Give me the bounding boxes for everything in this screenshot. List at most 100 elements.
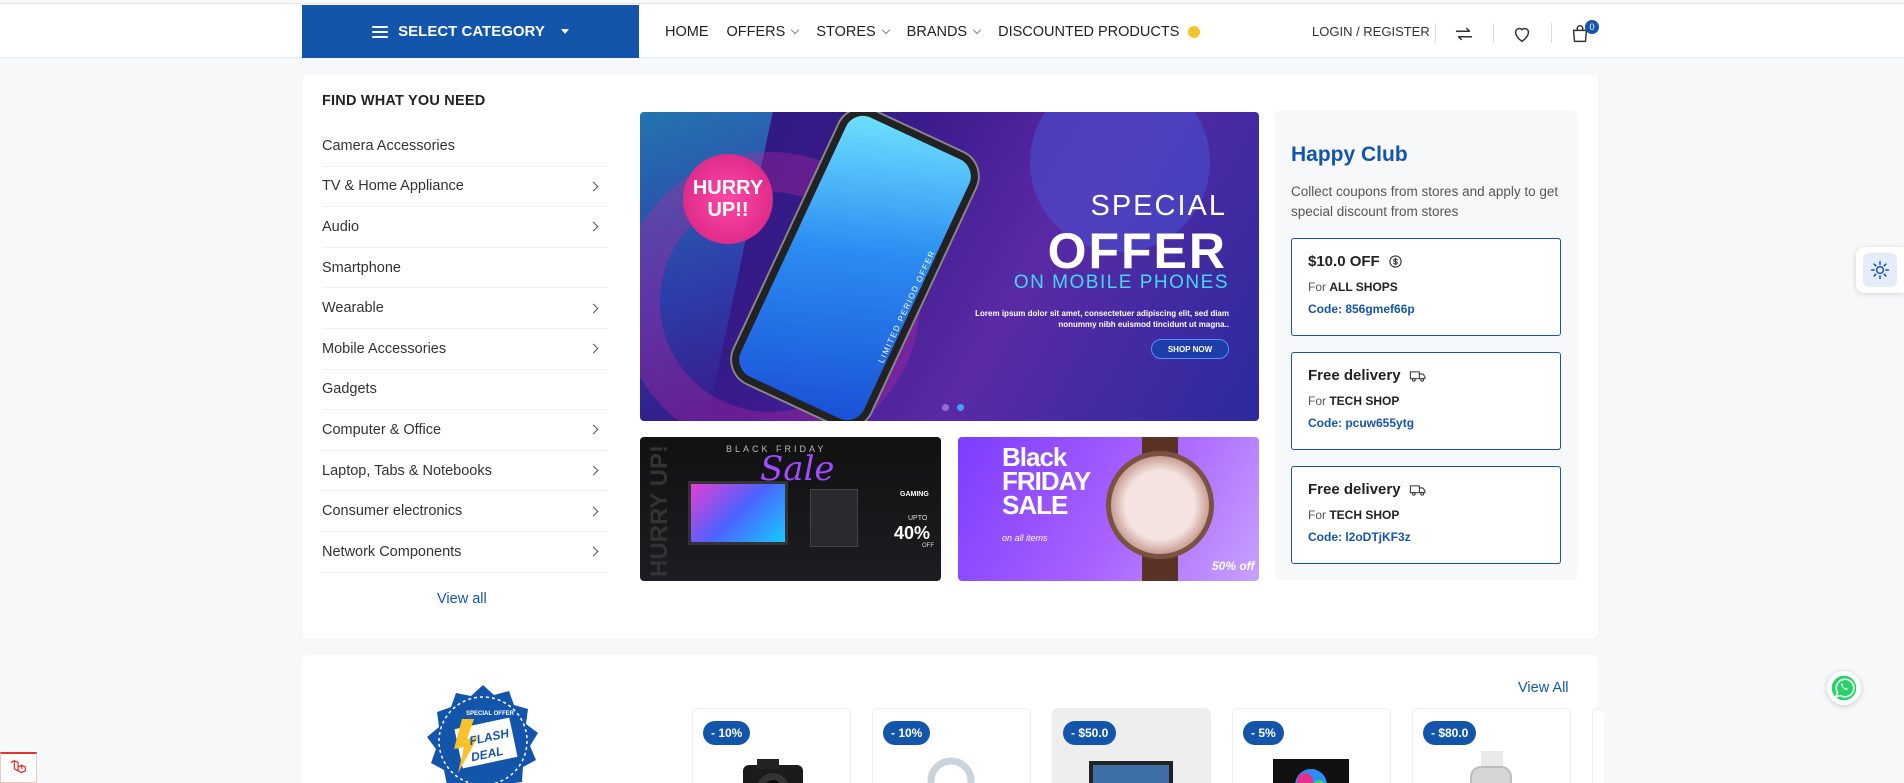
category-item[interactable]: Smartphone — [322, 248, 607, 289]
coupon-title-text: $10.0 OFF — [1308, 253, 1380, 270]
coupon-code[interactable]: Code: l2oDTjKF3z — [1308, 530, 1544, 544]
black-friday-gaming-banner[interactable]: HURRY UP! BLACK FRIDAY Sale GAMING UPTO … — [640, 437, 941, 581]
carousel-dot[interactable] — [942, 404, 949, 411]
theme-toggle-inner — [1863, 253, 1897, 287]
laravel-icon — [9, 760, 26, 774]
coupon-card[interactable]: Free delivery For TECH SHOP Code: l2oDTj… — [1291, 466, 1561, 564]
category-label: Laptop, Tabs & Notebooks — [322, 462, 492, 479]
for-prefix: For — [1308, 280, 1326, 294]
chevron-down-icon — [791, 25, 800, 34]
black-friday-watch-banner[interactable]: Black FRIDAY SALE on all items 50% off — [958, 437, 1259, 581]
categories-view-all-link[interactable]: View all — [437, 591, 487, 607]
compare-icon[interactable] — [1453, 23, 1475, 45]
happy-club-title: Happy Club — [1291, 143, 1408, 166]
off-text: OFF — [922, 543, 934, 549]
coupon-card[interactable]: $10.0 OFF For ALL SHOPS Code: 856gmef66p — [1291, 238, 1561, 336]
laptop-image — [1089, 761, 1173, 783]
coupon-shop: TECH SHOP — [1329, 508, 1400, 522]
black-friday-sale-title: Black FRIDAY SALE — [1002, 444, 1091, 520]
nav-discounted-products[interactable]: DISCOUNTED PRODUCTS — [998, 23, 1201, 40]
coupon-for: For ALL SHOPS — [1308, 280, 1544, 294]
product-card[interactable]: - $50.0 — [1052, 708, 1211, 783]
headphones-image — [927, 757, 975, 783]
coupon-title-text: Free delivery — [1308, 481, 1401, 498]
category-item[interactable]: TV & Home Appliance — [322, 167, 607, 208]
carousel-dot-active[interactable] — [957, 404, 964, 411]
menu-icon — [372, 25, 389, 38]
whatsapp-button[interactable] — [1827, 671, 1861, 705]
monitor-image — [688, 481, 788, 545]
on-mobile-text: ON MOBILE PHONES — [1013, 272, 1229, 293]
category-item[interactable]: Network Components — [322, 532, 607, 573]
select-category-button[interactable]: SELECT CATEGORY — [302, 5, 639, 58]
chevron-right-icon — [588, 343, 599, 354]
coupon-for: For TECH SHOP — [1308, 394, 1544, 408]
coupon-title-text: Free delivery — [1308, 367, 1401, 384]
shop-now-button[interactable]: SHOP NOW — [1151, 339, 1229, 359]
chevron-down-icon — [881, 25, 890, 34]
category-label: TV & Home Appliance — [322, 178, 464, 195]
category-item[interactable]: Laptop, Tabs & Notebooks — [322, 451, 607, 492]
discount-badge: - 10% — [703, 721, 751, 745]
product-card[interactable]: - 10% — [872, 708, 1031, 783]
gaming-text: GAMING — [900, 491, 929, 498]
select-category-label: SELECT CATEGORY — [398, 23, 545, 40]
hero-description: Lorem ipsum dolor sit amet, consectetuer… — [975, 309, 1229, 329]
heart-icon[interactable] — [1511, 23, 1533, 45]
watch-image — [1106, 451, 1214, 559]
coupon-for: For TECH SHOP — [1308, 508, 1544, 522]
nav-offers[interactable]: OFFERS — [727, 24, 800, 40]
chevron-right-icon — [588, 181, 599, 192]
category-label: Audio — [322, 218, 360, 235]
nav-discounted-label: DISCOUNTED PRODUCTS — [998, 23, 1180, 40]
debug-bar-button[interactable] — [0, 752, 37, 783]
category-item[interactable]: Audio — [322, 207, 607, 248]
product-card[interactable]: - $80.0 — [1412, 708, 1571, 783]
sun-icon — [1870, 260, 1890, 280]
hero-banner[interactable]: LIMITED PERIOD OFFER HURRY UP!! SPECIAL … — [640, 112, 1259, 421]
hurry-up-badge: HURRY UP!! — [683, 154, 773, 244]
category-item[interactable]: Computer & Office — [322, 410, 607, 451]
happy-club-description: Collect coupons from stores and apply to… — [1291, 184, 1559, 219]
discount-dot-icon — [1188, 25, 1201, 38]
flash-view-all-link[interactable]: View All — [1518, 680, 1569, 696]
caret-down-icon — [560, 29, 569, 34]
category-label: Wearable — [322, 300, 384, 317]
all-items-text: on all items — [1002, 533, 1048, 543]
truck-icon — [1409, 370, 1426, 382]
product-card[interactable]: - 10% — [692, 708, 851, 783]
category-item[interactable]: Gadgets — [322, 370, 607, 411]
nav-stores[interactable]: STORES — [816, 24, 890, 40]
flash-special-offer-text: SPECIAL OFFER — [466, 711, 515, 717]
hurry-vertical-text: HURRY UP! — [646, 444, 673, 577]
nav-brands-label: BRANDS — [906, 23, 968, 40]
nav-brands[interactable]: BRANDS — [906, 23, 982, 40]
product-card-partial[interactable] — [1592, 708, 1604, 783]
divider — [1435, 23, 1436, 43]
coupon-title: $10.0 OFF — [1308, 253, 1544, 270]
category-item[interactable]: Mobile Accessories — [322, 329, 607, 370]
chevron-down-icon — [972, 25, 982, 34]
flash-deal-badge[interactable]: SPECIAL OFFER FLASH DEAL — [424, 683, 542, 783]
category-item[interactable]: Consumer electronics — [322, 491, 607, 532]
category-item[interactable]: Camera Accessories — [322, 126, 607, 167]
chevron-right-icon — [588, 303, 599, 314]
category-item[interactable]: Wearable — [322, 288, 607, 329]
coupon-card[interactable]: Free delivery For TECH SHOP Code: pcuw65… — [1291, 352, 1561, 450]
category-label: Camera Accessories — [322, 137, 455, 154]
theme-toggle-button[interactable] — [1856, 247, 1904, 293]
chevron-right-icon — [588, 425, 599, 435]
category-label: Smartphone — [322, 259, 401, 276]
login-register-link[interactable]: LOGIN / REGISTER — [1312, 4, 1430, 59]
divider — [1551, 23, 1552, 43]
nav-home[interactable]: HOME — [665, 24, 709, 40]
sale-text: SALE — [1002, 490, 1068, 520]
divider — [1493, 23, 1494, 43]
category-label: Consumer electronics — [322, 503, 463, 520]
category-label: Network Components — [322, 543, 462, 560]
coupon-code[interactable]: Code: pcuw655ytg — [1308, 416, 1544, 430]
product-card[interactable]: - 5% — [1232, 708, 1391, 783]
coupon-code[interactable]: Code: 856gmef66p — [1308, 302, 1544, 316]
for-prefix: For — [1308, 394, 1326, 408]
chevron-right-icon — [588, 506, 599, 517]
